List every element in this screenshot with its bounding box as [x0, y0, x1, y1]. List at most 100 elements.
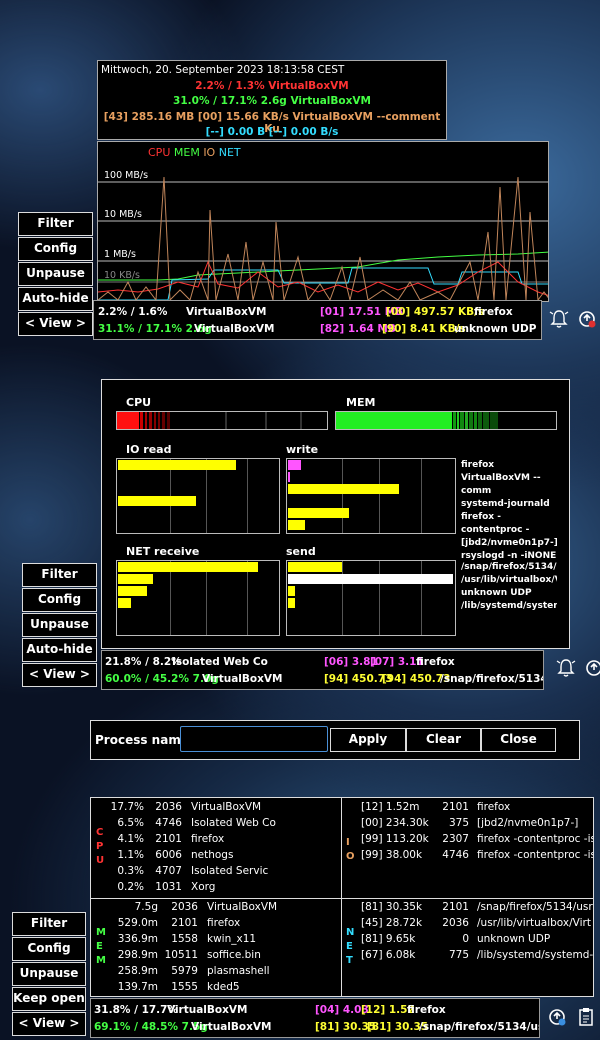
view-button[interactable]: < View >	[18, 312, 93, 336]
status-net-proc: /snap/firefox/5134/us	[440, 673, 543, 685]
letter: M	[96, 927, 106, 938]
cpu-line: 2.2% / 1.3% VirtualBoxVM	[195, 80, 349, 92]
apply-button[interactable]: Apply	[330, 728, 406, 752]
grid-line	[170, 561, 171, 635]
list-process: firefox	[207, 917, 241, 929]
scale-100mb: 100 MB/s	[104, 170, 149, 181]
list-pid: 2036	[155, 801, 182, 813]
list-pid: 775	[448, 949, 469, 961]
io-read-label: IO read	[126, 443, 172, 456]
update-icon[interactable]	[576, 308, 598, 330]
grid-line	[379, 561, 380, 635]
mem-meter	[335, 411, 557, 430]
list-pid: 4707	[155, 865, 182, 877]
list-process: nethogs	[191, 849, 234, 861]
status-mem-proc: VirtualBoxVM	[194, 323, 275, 335]
bar	[118, 562, 258, 572]
list-value: 4.1%	[117, 833, 144, 845]
filter-button[interactable]: Filter	[22, 563, 97, 587]
status-cpu-proc: VirtualBoxVM	[167, 1004, 248, 1016]
clipboard-icon[interactable]	[575, 1006, 597, 1028]
list-pid: 6006	[155, 849, 182, 861]
auto-hide-button[interactable]: Auto-hide	[22, 638, 97, 662]
config-button[interactable]: Config	[12, 937, 86, 961]
grid-line	[421, 561, 422, 635]
bell-icon[interactable]	[555, 657, 577, 679]
list-value: 529.0m	[117, 917, 158, 929]
letter: P	[96, 841, 104, 852]
list-pid: 0	[462, 933, 469, 945]
list-value: [12] 1.52m	[361, 801, 420, 813]
list-value: 6.5%	[117, 817, 144, 829]
list-process: Isolated Web Co	[191, 817, 276, 829]
mem-label: MEM	[346, 396, 376, 409]
process-name-input[interactable]	[180, 726, 328, 752]
list-process: kwin_x11	[207, 933, 257, 945]
graph-svg	[98, 176, 548, 301]
list-pid: 375	[448, 817, 469, 829]
net-receive-label: NET receive	[126, 545, 200, 558]
status-strip: 2.2% / 1.6% VirtualBoxVM [01] 17.51 MB […	[93, 300, 542, 340]
update-icon[interactable]	[583, 657, 600, 679]
list-pid: 2036	[171, 901, 198, 913]
filter-bar: Process name: Apply Clear Close	[90, 720, 580, 760]
list-value: [45] 28.72k	[361, 917, 423, 929]
cpu-side-label: C P U	[96, 826, 104, 868]
unpause-button[interactable]: Unpause	[12, 962, 86, 986]
keep-open-button[interactable]: Keep open	[12, 987, 86, 1011]
list-pid: 2101	[442, 801, 469, 813]
letter: U	[96, 855, 105, 866]
status-io-proc: firefox	[474, 306, 513, 318]
list-value: 7.5g	[134, 901, 158, 913]
letter: C	[96, 827, 104, 838]
info-box: Mittwoch, 20. September 2023 18:13:58 CE…	[97, 60, 447, 140]
view-button[interactable]: < View >	[22, 663, 97, 687]
unpause-button[interactable]: Unpause	[18, 262, 93, 286]
update-icon[interactable]	[546, 1006, 568, 1028]
clear-button[interactable]: Clear	[406, 728, 481, 752]
list-process: kded5	[207, 981, 240, 993]
bar	[118, 460, 236, 470]
list-process: [jbd2/nvme0n1p7-]	[477, 817, 579, 829]
net-line: [--] 0.00 B [--] 0.00 B/s	[205, 126, 339, 138]
status-cpu: 21.8% / 8.2%	[105, 656, 182, 668]
view-button[interactable]: < View >	[12, 1012, 86, 1036]
bar	[118, 496, 196, 506]
net-recv-box	[116, 560, 280, 636]
status-cpu: 2.2% / 1.6%	[98, 306, 168, 318]
list-pid: 2101	[155, 833, 182, 845]
list-process: Xorg	[191, 881, 216, 893]
list-value: [81] 30.35k	[361, 901, 423, 913]
bell-icon[interactable]	[548, 308, 570, 330]
status-io-proc: firefox	[416, 656, 455, 668]
unpause-button[interactable]: Unpause	[22, 613, 97, 637]
mem-side-label: M E M	[96, 926, 106, 968]
letter: N	[346, 927, 355, 938]
bar	[288, 598, 295, 608]
filter-button[interactable]: Filter	[18, 212, 93, 236]
cpu-label: CPU	[126, 396, 152, 409]
list-process: VirtualBoxVM	[207, 901, 278, 913]
grid-line	[206, 459, 207, 533]
status-net-proc: unknown UDP	[454, 323, 537, 335]
io-proc: VirtualBoxVM --comm	[461, 473, 541, 496]
filter-button[interactable]: Filter	[12, 912, 86, 936]
list-value: 17.7%	[110, 801, 144, 813]
letter: I	[346, 837, 350, 848]
list-value: 336.9m	[117, 933, 158, 945]
io-proc: firefox -contentproc -	[461, 512, 530, 535]
config-button[interactable]: Config	[22, 588, 97, 612]
list-pid: 1558	[171, 933, 198, 945]
status-cpu-proc: VirtualBoxVM	[186, 306, 267, 318]
close-button[interactable]: Close	[481, 728, 556, 752]
io-proc: firefox	[461, 460, 495, 470]
process-name-label: Process name:	[95, 733, 194, 747]
config-button[interactable]: Config	[18, 237, 93, 261]
list-value: 0.3%	[117, 865, 144, 877]
list-pid: 2101	[171, 917, 198, 929]
list-value: [67] 6.08k	[361, 949, 416, 961]
net-proc: /usr/lib/virtualbox/Vi	[461, 575, 557, 585]
grid-line	[247, 561, 248, 635]
mem-line: 31.0% / 17.1% 2.6g VirtualBoxVM	[173, 95, 371, 107]
auto-hide-button[interactable]: Auto-hide	[18, 287, 93, 311]
